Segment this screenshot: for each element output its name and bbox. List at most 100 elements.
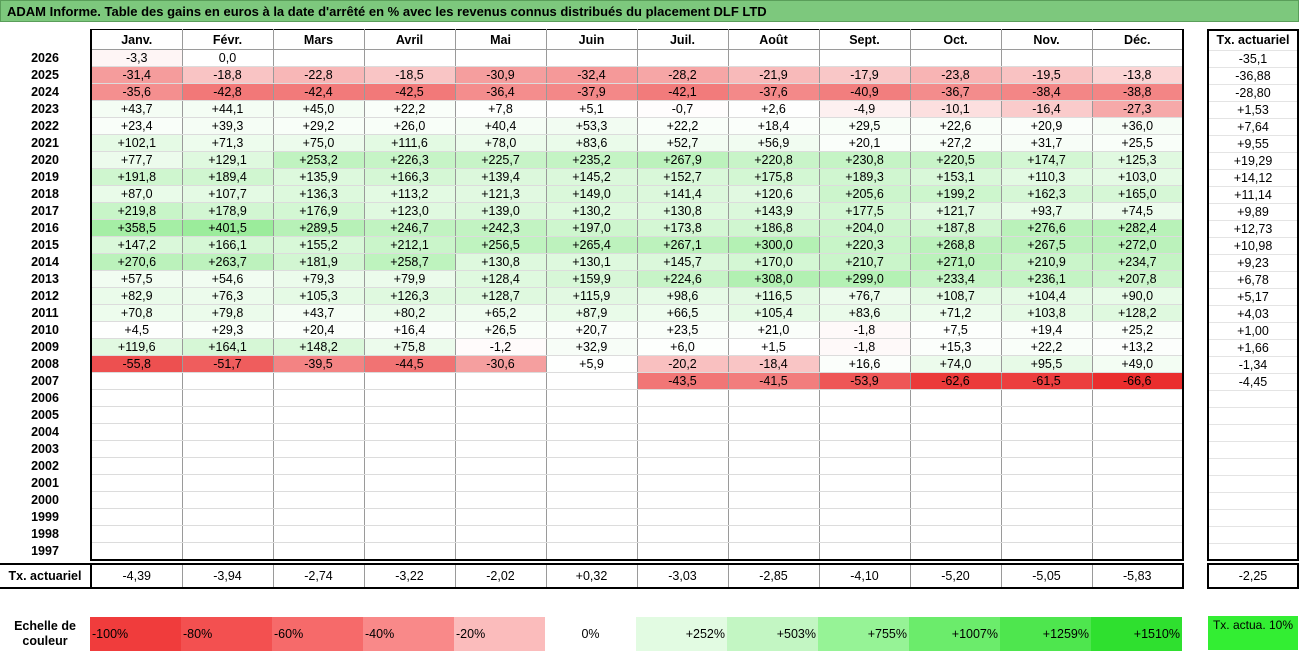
gain-cell: -44,5 (363, 355, 456, 373)
gain-cell: +401,5 (181, 219, 274, 237)
gain-cell: -42,5 (363, 83, 456, 101)
gains-table: Janv. Févr. Mars Avril Mai Juin Juil. Août Sept.… (0, 29, 1184, 589)
gain-cell (909, 440, 1002, 458)
gain-cell (545, 372, 638, 390)
year-label: 2020 (31, 153, 59, 167)
gain-cell (1000, 508, 1093, 526)
gain-cell (1000, 525, 1093, 543)
gain-cell: +76,3 (181, 287, 274, 305)
scale-swatch: +1007% (909, 616, 1000, 651)
scale-swatch: +1510% (1091, 616, 1182, 651)
gain-cell: +268,8 (909, 236, 1002, 254)
year-label: 2001 (31, 476, 59, 490)
gain-cell (272, 49, 365, 67)
gain-cell (454, 49, 547, 67)
gain-cell: +270,6 (90, 253, 183, 271)
month-header: Juin (545, 29, 638, 50)
table-row: 2013 +57,5 +54,6 +79,3 +79,9 +128,4 +159,9 +224… (0, 270, 1184, 288)
gain-cell: +108,7 (909, 287, 1002, 305)
gain-cell: +7,5 (909, 321, 1002, 339)
gain-cell: +13,2 (1091, 338, 1184, 356)
gain-cell: -27,3 (1091, 100, 1184, 118)
gain-cell: +265,4 (545, 236, 638, 254)
gain-cell: +300,0 (727, 236, 820, 254)
gain-cell (272, 372, 365, 390)
gain-cell (181, 542, 274, 561)
year-label: 2005 (31, 408, 59, 422)
gain-cell: +235,2 (545, 151, 638, 169)
gain-cell: +110,3 (1000, 168, 1093, 186)
gain-cell: +220,8 (727, 151, 820, 169)
scale-swatch: 0% (545, 616, 636, 651)
gain-cell (272, 525, 365, 543)
table-row: 2017 +219,8 +178,9 +176,9 +123,0 +139,0 +130,2… (0, 202, 1184, 220)
gain-cell (636, 389, 729, 407)
gain-cell: +136,3 (272, 185, 365, 203)
year-label: 2014 (31, 255, 59, 269)
gain-cell: +83,6 (818, 304, 911, 322)
rate-cell: +9,89 (1207, 202, 1299, 221)
gain-cell: +77,7 (90, 151, 183, 169)
gain-cell (818, 474, 911, 492)
gain-cell: +152,7 (636, 168, 729, 186)
gain-cell (363, 474, 456, 492)
gain-cell: +145,2 (545, 168, 638, 186)
gain-cell: +116,5 (727, 287, 820, 305)
gain-cell: +166,3 (363, 168, 456, 186)
gain-cell: +181,9 (272, 253, 365, 271)
year-label: 2008 (31, 357, 59, 371)
gain-cell (636, 542, 729, 561)
gain-cell (454, 525, 547, 543)
gain-cell: -18,8 (181, 66, 274, 84)
gain-cell (909, 491, 1002, 509)
gain-cell: -32,4 (545, 66, 638, 84)
gain-cell (272, 406, 365, 424)
rate-cell: +12,73 (1207, 219, 1299, 238)
gain-cell: -21,9 (727, 66, 820, 84)
gain-cell (181, 423, 274, 441)
gain-cell (363, 440, 456, 458)
scale-label: Echelle de couleur (14, 618, 76, 648)
year-label: 2010 (31, 323, 59, 337)
year-label: 2000 (31, 493, 59, 507)
footer-rate: -5,05 (1000, 562, 1093, 589)
gain-cell: +39,3 (181, 117, 274, 135)
gain-cell: -28,2 (636, 66, 729, 84)
rate-cell: +11,14 (1207, 185, 1299, 204)
gain-cell (181, 474, 274, 492)
gain-cell (727, 525, 820, 543)
gain-cell (818, 542, 911, 561)
gain-cell: +74,5 (1091, 202, 1184, 220)
gain-cell: +253,2 (272, 151, 365, 169)
gain-cell (454, 406, 547, 424)
rate-cell: +4,03 (1207, 304, 1299, 323)
table-row: 2012 +82,9 +76,3 +105,3 +126,3 +128,7 +115,9 +9… (0, 287, 1184, 305)
gain-cell: -18,4 (727, 355, 820, 373)
gain-cell: +219,8 (90, 202, 183, 220)
gain-cell (1091, 525, 1184, 543)
gain-cell (272, 457, 365, 475)
gain-cell: -31,4 (90, 66, 183, 84)
gain-cell: +191,8 (90, 168, 183, 186)
gain-cell: -0,7 (636, 100, 729, 118)
gain-cell: +289,5 (272, 219, 365, 237)
gain-cell: +212,1 (363, 236, 456, 254)
gain-cell (363, 423, 456, 441)
year-label: 2016 (31, 221, 59, 235)
gain-cell: -66,6 (1091, 372, 1184, 390)
footer-rate: -3,94 (181, 562, 274, 589)
gain-cell (454, 491, 547, 509)
gain-cell: +16,4 (363, 321, 456, 339)
gain-cell (1091, 457, 1184, 475)
gain-cell (454, 372, 547, 390)
table-row: 2001 (0, 474, 1184, 492)
gain-cell: +82,9 (90, 287, 183, 305)
year-label: 2003 (31, 442, 59, 456)
table-row: 2020 +77,7 +129,1 +253,2 +226,3 +225,7 +235,2 +… (0, 151, 1184, 169)
gain-cell: +165,0 (1091, 185, 1184, 203)
rate-cell: +19,29 (1207, 151, 1299, 170)
scale-swatch: -100% (90, 616, 181, 651)
gain-cell (90, 457, 183, 475)
gain-cell: -10,1 (909, 100, 1002, 118)
table-row: 2002 (0, 457, 1184, 475)
